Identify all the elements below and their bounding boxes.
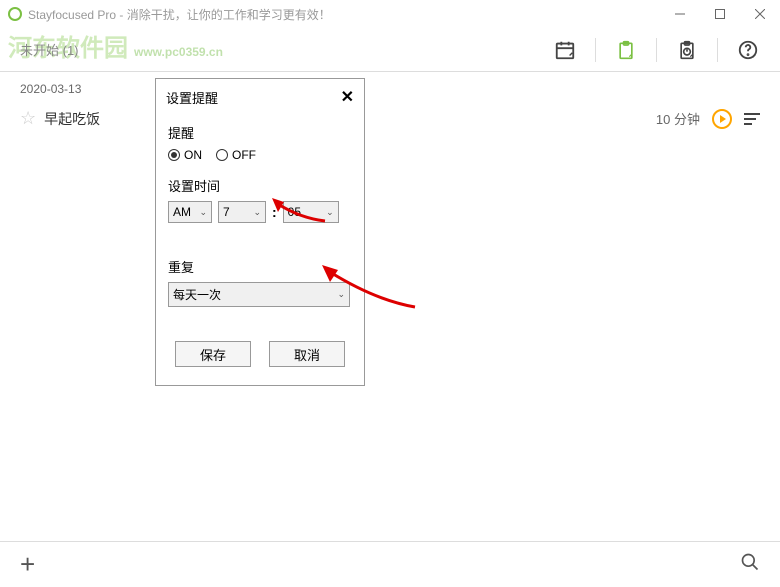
title-text: Stayfocused Pro - 消除干扰，让你的工作和学习更有效！ xyxy=(28,6,331,23)
add-button[interactable]: + xyxy=(20,549,35,580)
task-right: 10 分钟 xyxy=(656,109,760,129)
maximize-button[interactable] xyxy=(700,0,740,28)
chevron-down-icon: ⌄ xyxy=(253,207,261,218)
close-button[interactable] xyxy=(740,0,780,28)
chevron-down-icon: ⌄ xyxy=(199,207,207,218)
content-area: 2020-03-13 ☆ 早起吃饭 10 分钟 xyxy=(0,72,780,143)
calendar-icon[interactable] xyxy=(553,38,577,62)
hour-select[interactable]: 7 ⌄ xyxy=(218,201,266,223)
close-icon[interactable]: ✕ xyxy=(341,87,354,107)
filter-label[interactable]: 未开始 (1) xyxy=(20,40,79,59)
annotation-arrow xyxy=(320,262,420,312)
button-row: 保存 取消 xyxy=(168,341,352,367)
date-label: 2020-03-13 xyxy=(20,82,760,96)
radio-off-label: OFF xyxy=(232,148,256,162)
radio-off[interactable]: OFF xyxy=(216,148,256,162)
app-icon xyxy=(8,7,22,21)
radio-off-input[interactable] xyxy=(216,149,228,161)
divider xyxy=(595,38,596,62)
task-name: 早起吃饭 xyxy=(44,109,100,129)
duration-label: 10 分钟 xyxy=(656,109,700,128)
clipboard-icon[interactable] xyxy=(614,38,638,62)
help-icon[interactable] xyxy=(736,38,760,62)
ampm-select[interactable]: AM ⌄ xyxy=(168,201,212,223)
annotation-arrow xyxy=(270,196,330,226)
window-controls xyxy=(660,0,780,28)
dialog-header: 设置提醒 ✕ xyxy=(156,79,364,115)
star-icon[interactable]: ☆ xyxy=(20,108,36,129)
task-row[interactable]: ☆ 早起吃饭 10 分钟 xyxy=(20,104,760,133)
reminder-dialog: 设置提醒 ✕ 提醒 ON OFF 设置时间 AM ⌄ 7 ⌄ : xyxy=(155,78,365,386)
dialog-body: 提醒 ON OFF 设置时间 AM ⌄ 7 ⌄ : 05 ⌄ xyxy=(156,115,364,385)
toolbar: 未开始 (1) xyxy=(0,28,780,72)
radio-on-input[interactable] xyxy=(168,149,180,161)
divider xyxy=(656,38,657,62)
titlebar: Stayfocused Pro - 消除干扰，让你的工作和学习更有效！ xyxy=(0,0,780,28)
ampm-value: AM xyxy=(173,205,191,219)
toolbar-actions xyxy=(553,38,760,62)
minimize-button[interactable] xyxy=(660,0,700,28)
task-left: ☆ 早起吃饭 xyxy=(20,108,100,129)
repeat-value: 每天一次 xyxy=(173,286,221,303)
search-icon[interactable] xyxy=(740,552,760,577)
radio-group: ON OFF xyxy=(168,148,352,162)
timer-icon[interactable] xyxy=(675,38,699,62)
divider xyxy=(717,38,718,62)
play-icon[interactable] xyxy=(712,109,732,129)
save-button[interactable]: 保存 xyxy=(175,341,251,367)
bottombar: + xyxy=(0,541,780,587)
reminder-label: 提醒 xyxy=(168,123,352,142)
time-label: 设置时间 xyxy=(168,176,352,195)
dialog-title-text: 设置提醒 xyxy=(166,88,218,107)
hour-value: 7 xyxy=(223,205,230,219)
sort-icon[interactable] xyxy=(744,113,760,125)
radio-on[interactable]: ON xyxy=(168,148,202,162)
radio-on-label: ON xyxy=(184,148,202,162)
cancel-button[interactable]: 取消 xyxy=(269,341,345,367)
